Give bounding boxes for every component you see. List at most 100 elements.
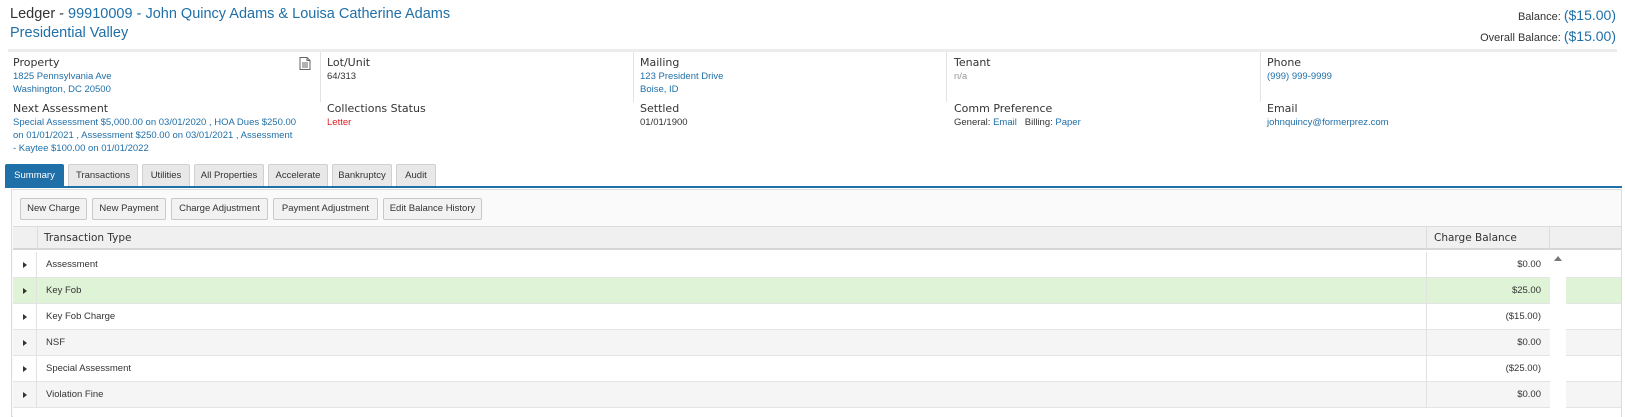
next-assessment-line2[interactable]: on 01/01/2021 , Assessment $250.00 on 03… xyxy=(13,129,313,142)
page-title: Ledger - 99910009 - John Quincy Adams & … xyxy=(10,6,450,22)
column-header-charge-balance[interactable]: Charge Balance xyxy=(1434,227,1517,249)
tab-underline xyxy=(5,186,1622,188)
comm-billing-value[interactable]: Paper xyxy=(1055,117,1080,128)
mailing-line1[interactable]: 123 President Drive xyxy=(640,70,940,83)
grid-header: Transaction Type Charge Balance xyxy=(13,226,1621,250)
table-row[interactable]: Key Fob Charge ($15.00) xyxy=(13,304,1621,330)
column-divider xyxy=(1260,52,1261,102)
collections-section: Collections Status Letter xyxy=(327,98,627,129)
table-row[interactable]: Key Fob $25.00 xyxy=(13,278,1621,304)
account-link[interactable]: 99910009 - John Quincy Adams & Louisa Ca… xyxy=(68,6,450,22)
mailing-line2[interactable]: Boise, ID xyxy=(640,83,940,96)
property-section: Property 1825 Pennsylvania Ave Washingto… xyxy=(13,52,313,96)
settled-label: Settled xyxy=(640,102,680,115)
mailing-label: Mailing xyxy=(640,56,680,69)
email-section: Email johnquincy@formerprez.com xyxy=(1267,98,1567,129)
header-divider xyxy=(1426,227,1427,249)
comm-general-value[interactable]: Email xyxy=(993,117,1017,128)
column-divider xyxy=(320,52,321,102)
collections-label: Collections Status xyxy=(327,102,426,115)
title-prefix: Ledger - xyxy=(10,6,69,22)
summary-panel: New Charge New Payment Charge Adjustment… xyxy=(11,189,1622,417)
charge-balance: ($15.00) xyxy=(1426,304,1541,330)
charge-balance: $0.00 xyxy=(1426,252,1541,278)
table-row[interactable]: Special Assessment ($25.00) xyxy=(13,356,1621,382)
overall-balance-value: ($15.00) xyxy=(1563,28,1616,44)
lot-label: Lot/Unit xyxy=(327,56,371,69)
tenant-label: Tenant xyxy=(954,56,991,69)
transaction-type: Violation Fine xyxy=(46,389,104,400)
balance-summary: Balance: ($15.00) Overall Balance: ($15.… xyxy=(1480,6,1616,48)
account-info: Property 1825 Pennsylvania Ave Washingto… xyxy=(0,52,1625,156)
column-divider xyxy=(946,52,947,102)
header-divider xyxy=(37,227,38,249)
comm-preference-label: Comm Preference xyxy=(954,102,1053,115)
phone-value[interactable]: (999) 999-9999 xyxy=(1267,70,1567,83)
next-assessment-section: Next Assessment Special Assessment $5,00… xyxy=(13,98,313,155)
mailing-section: Mailing 123 President Drive Boise, ID xyxy=(640,52,940,96)
tab-audit[interactable]: Audit xyxy=(396,164,436,186)
tenant-value: n/a xyxy=(954,71,968,82)
expand-arrow-icon[interactable] xyxy=(13,382,37,408)
tab-bankruptcy[interactable]: Bankruptcy xyxy=(332,164,392,186)
scroll-up-icon[interactable] xyxy=(1554,256,1562,261)
expand-arrow-icon[interactable] xyxy=(13,278,37,304)
settled-value: 01/01/1900 xyxy=(640,117,688,128)
transaction-type: Assessment xyxy=(46,259,98,270)
lot-value: 64/313 xyxy=(327,71,357,82)
transaction-type: NSF xyxy=(46,337,65,348)
table-row[interactable]: Assessment $0.00 xyxy=(13,252,1621,278)
transaction-grid: Transaction Type Charge Balance Assessme… xyxy=(13,226,1621,417)
table-row[interactable]: Violation Fine $0.00 xyxy=(13,382,1621,408)
lot-section: Lot/Unit 64/313 xyxy=(327,52,627,83)
transaction-type: Key Fob xyxy=(46,285,82,296)
property-line1[interactable]: 1825 Pennsylvania Ave xyxy=(13,70,313,83)
charge-adjustment-button[interactable]: Charge Adjustment xyxy=(171,198,268,220)
transaction-type: Special Assessment xyxy=(46,363,132,374)
community-link[interactable]: Presidential Valley xyxy=(10,25,128,41)
next-assessment-label: Next Assessment xyxy=(13,102,109,115)
header-divider xyxy=(1549,227,1550,249)
new-payment-button[interactable]: New Payment xyxy=(92,198,166,220)
charge-balance: $25.00 xyxy=(1426,278,1541,304)
email-label: Email xyxy=(1267,102,1298,115)
phone-section: Phone (999) 999-9999 xyxy=(1267,52,1567,83)
settled-section: Settled 01/01/1900 xyxy=(640,98,940,129)
tab-summary[interactable]: Summary xyxy=(5,164,64,186)
edit-balance-history-button[interactable]: Edit Balance History xyxy=(383,198,482,220)
column-divider xyxy=(633,52,634,102)
new-charge-button[interactable]: New Charge xyxy=(20,198,87,220)
tab-accelerate[interactable]: Accelerate xyxy=(268,164,328,186)
ledger-header: Ledger - 99910009 - John Quincy Adams & … xyxy=(0,0,1625,52)
payment-adjustment-button[interactable]: Payment Adjustment xyxy=(273,198,378,220)
expand-arrow-icon[interactable] xyxy=(13,252,37,278)
charge-balance: ($25.00) xyxy=(1426,356,1541,382)
column-header-transaction-type[interactable]: Transaction Type xyxy=(44,227,132,249)
expand-arrow-icon[interactable] xyxy=(13,356,37,382)
comm-preference-values: General: Email Billing: Paper xyxy=(954,116,1254,129)
tab-all-properties[interactable]: All Properties xyxy=(194,164,264,186)
tenant-section: Tenant n/a xyxy=(954,52,1254,83)
charge-balance: $0.00 xyxy=(1426,382,1541,408)
email-value[interactable]: johnquincy@formerprez.com xyxy=(1267,116,1567,129)
property-line2[interactable]: Washington, DC 20500 xyxy=(13,83,313,96)
tab-utilities[interactable]: Utilities xyxy=(142,164,190,186)
phone-label: Phone xyxy=(1267,56,1302,69)
next-assessment-line1[interactable]: Special Assessment $5,000.00 on 03/01/20… xyxy=(13,116,313,129)
document-icon[interactable] xyxy=(299,57,311,70)
overall-balance-label: Overall Balance: xyxy=(1480,32,1561,44)
grid-scrollbar[interactable] xyxy=(1550,250,1566,417)
balance-value: ($15.00) xyxy=(1563,7,1616,23)
collections-status: Letter xyxy=(327,117,352,128)
comm-general-label: General: xyxy=(954,117,991,128)
tab-transactions[interactable]: Transactions xyxy=(68,164,138,186)
balance-label: Balance: xyxy=(1517,11,1561,23)
charge-balance: $0.00 xyxy=(1426,330,1541,356)
comm-preference-section: Comm Preference General: Email Billing: … xyxy=(954,98,1254,129)
property-label: Property xyxy=(13,56,60,69)
next-assessment-line3[interactable]: - Kaytee $100.00 on 01/01/2022 xyxy=(13,142,313,155)
expand-arrow-icon[interactable] xyxy=(13,330,37,356)
comm-billing-label: Billing: xyxy=(1024,117,1053,128)
table-row[interactable]: NSF $0.00 xyxy=(13,330,1621,356)
expand-arrow-icon[interactable] xyxy=(13,304,37,330)
